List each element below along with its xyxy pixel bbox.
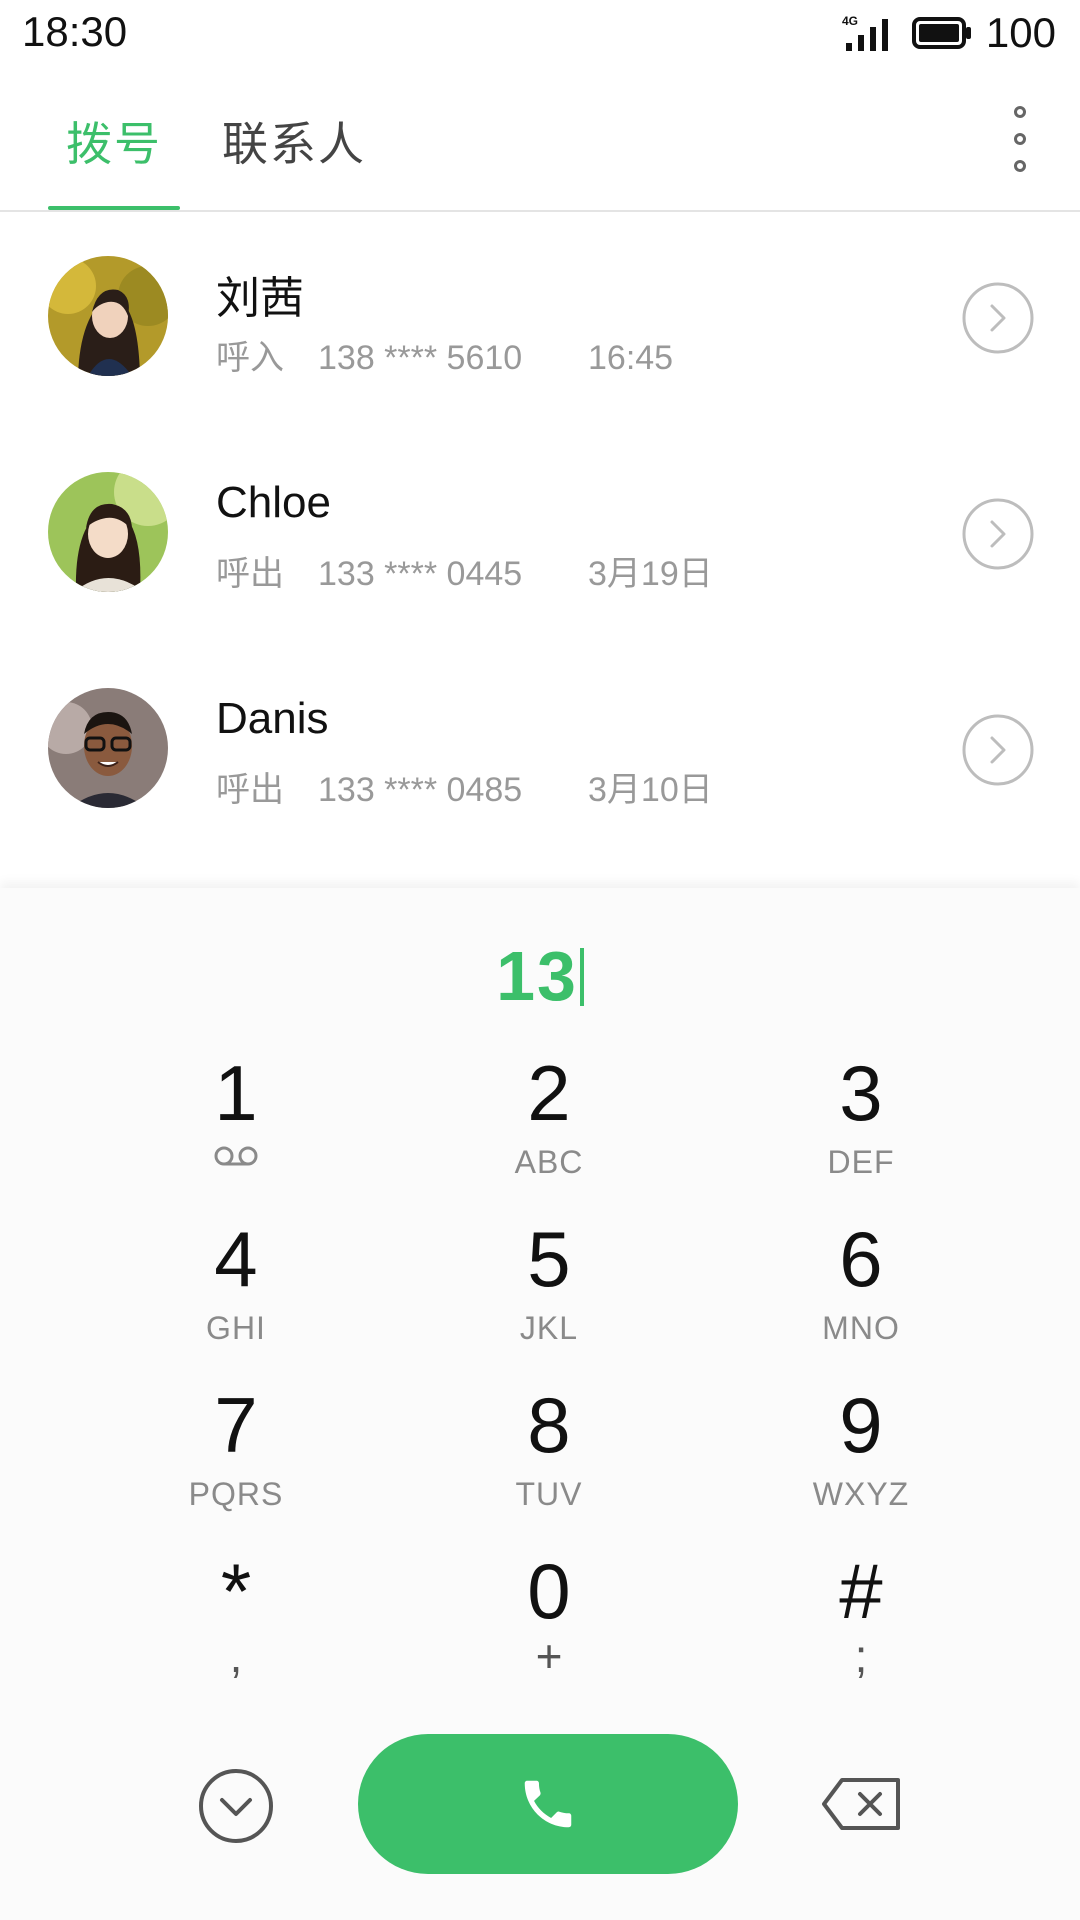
key-letters: MNO xyxy=(822,1310,900,1346)
chevron-right-circle-icon[interactable] xyxy=(962,282,1034,354)
key-8[interactable]: 8 TUV xyxy=(393,1380,705,1546)
key-digit: 7 xyxy=(214,1381,258,1469)
more-dot xyxy=(1014,160,1026,172)
status-bar: 18:30 4G 100 xyxy=(0,0,1080,66)
key-digit: 9 xyxy=(839,1381,883,1469)
key-7[interactable]: 7 PQRS xyxy=(80,1380,392,1546)
key-letters: ABC xyxy=(514,1144,584,1180)
text-cursor xyxy=(579,948,584,1006)
key-6[interactable]: 6 MNO xyxy=(705,1214,1017,1380)
tab-contacts[interactable]: 联系人 xyxy=(222,108,366,174)
contact-name: Chloe xyxy=(216,478,331,527)
call-meta: 呼出 133 **** 0485 3月10日 xyxy=(216,762,713,811)
avatar xyxy=(48,472,168,592)
avatar xyxy=(48,256,168,376)
battery-icon xyxy=(911,17,971,49)
phone-icon xyxy=(524,1780,572,1828)
call-type: 呼出 xyxy=(216,771,284,809)
key-digit: 4 xyxy=(214,1215,258,1303)
more-options-button[interactable] xyxy=(1000,106,1040,172)
key-letters: GHI xyxy=(206,1310,266,1346)
call-button[interactable] xyxy=(358,1734,738,1874)
key-hash[interactable]: # ; xyxy=(705,1546,1017,1712)
voicemail-icon xyxy=(214,1146,258,1166)
key-1[interactable]: 1 xyxy=(80,1048,392,1214)
key-letters: ; xyxy=(854,1630,868,1682)
key-letters: TUV xyxy=(515,1476,583,1512)
contact-photo xyxy=(48,472,168,592)
call-log-item[interactable]: Danis 呼出 133 **** 0485 3月10日 xyxy=(0,644,1080,860)
call-time: 16:45 xyxy=(588,339,674,377)
tab-bar: 拨号 联系人 xyxy=(0,66,1080,212)
call-number: 138 **** 5610 xyxy=(318,339,523,377)
key-digit: 6 xyxy=(839,1215,883,1303)
tab-dial[interactable]: 拨号 xyxy=(66,108,162,174)
key-digit: # xyxy=(839,1547,883,1635)
key-letters: PQRS xyxy=(188,1476,284,1512)
key-letters: + xyxy=(535,1630,563,1682)
key-digit: 3 xyxy=(839,1049,883,1137)
more-dot xyxy=(1014,133,1026,145)
contact-photo xyxy=(48,688,168,808)
signal-4g-icon: 4G xyxy=(842,14,888,51)
battery-level: 100 xyxy=(985,9,1056,56)
call-meta: 呼入 138 **** 5610 16:45 xyxy=(216,330,673,379)
call-time: 3月10日 xyxy=(588,771,713,809)
contact-name: Danis xyxy=(216,694,329,743)
call-log-list: 刘茜 呼入 138 **** 5610 16:45 Chloe 呼出 133 ****… xyxy=(0,212,1080,888)
active-tab-indicator xyxy=(48,206,180,210)
key-4[interactable]: 4 GHI xyxy=(80,1214,392,1380)
call-type: 呼出 xyxy=(216,555,284,593)
key-digit: 5 xyxy=(527,1215,571,1303)
dialer-actions xyxy=(0,1730,1080,1874)
key-digit: 0 xyxy=(527,1547,571,1635)
chevron-down-circle-icon[interactable] xyxy=(198,1768,274,1844)
backspace-icon[interactable] xyxy=(820,1774,904,1834)
avatar xyxy=(48,688,168,808)
key-5[interactable]: 5 JKL xyxy=(393,1214,705,1380)
key-letters: JKL xyxy=(519,1310,579,1346)
key-3[interactable]: 3 DEF xyxy=(705,1048,1017,1214)
chevron-right-circle-icon[interactable] xyxy=(962,498,1034,570)
key-letters: DEF xyxy=(827,1144,895,1180)
network-label: 4G xyxy=(842,14,858,28)
call-number: 133 **** 0445 xyxy=(318,555,523,593)
call-log-item[interactable]: Chloe 呼出 133 **** 0445 3月19日 xyxy=(0,428,1080,644)
key-2[interactable]: 2 ABC xyxy=(393,1048,705,1214)
contact-photo xyxy=(48,256,168,376)
key-letters: WXYZ xyxy=(812,1476,910,1512)
dialed-number: 13 xyxy=(496,937,578,1015)
call-meta: 呼出 133 **** 0445 3月19日 xyxy=(216,546,713,595)
key-digit: * xyxy=(220,1547,252,1635)
key-digit: 2 xyxy=(527,1049,571,1137)
call-number: 133 **** 0485 xyxy=(318,771,523,809)
contact-name: 刘茜 xyxy=(216,274,304,323)
status-time: 18:30 xyxy=(22,8,128,55)
key-digit: 8 xyxy=(527,1381,571,1469)
dialed-number-display[interactable]: 13 xyxy=(0,936,1080,1016)
key-9[interactable]: 9 WXYZ xyxy=(705,1380,1017,1546)
call-type: 呼入 xyxy=(216,339,284,377)
more-vertical-icon xyxy=(1014,106,1026,118)
status-icons: 4G 100 xyxy=(842,9,1056,56)
key-letters: , xyxy=(229,1630,243,1682)
call-time: 3月19日 xyxy=(588,555,713,593)
call-log-item[interactable]: 刘茜 呼入 138 **** 5610 16:45 xyxy=(0,212,1080,428)
chevron-right-circle-icon[interactable] xyxy=(962,714,1034,786)
key-star[interactable]: * , xyxy=(80,1546,392,1712)
key-digit: 1 xyxy=(214,1049,258,1137)
key-0[interactable]: 0 + xyxy=(393,1546,705,1712)
